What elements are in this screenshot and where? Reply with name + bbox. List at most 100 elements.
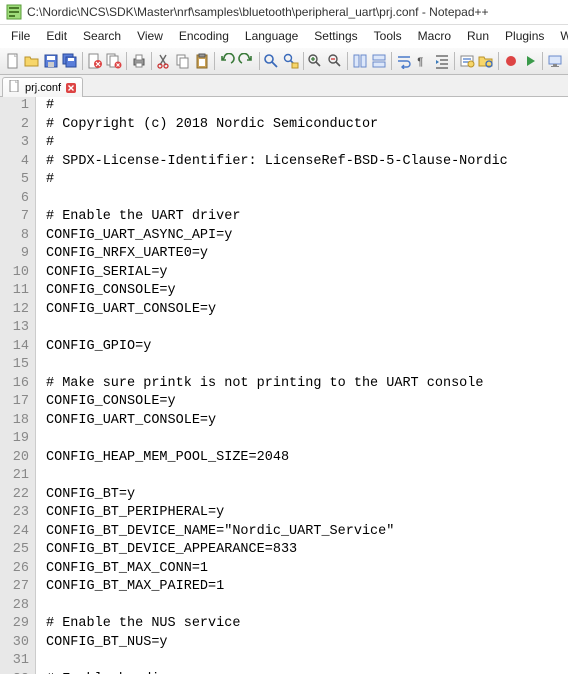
lang-icon[interactable] — [458, 51, 476, 71]
play-icon[interactable] — [521, 51, 539, 71]
code-line[interactable]: # Enable the NUS service — [46, 615, 568, 634]
line-number: 9 — [6, 245, 29, 264]
close-all-icon[interactable] — [105, 51, 123, 71]
all-chars-icon[interactable]: ¶ — [414, 51, 432, 71]
menu-bar: FileEditSearchViewEncodingLanguageSettin… — [0, 25, 568, 47]
code-line[interactable] — [46, 430, 568, 449]
toolbar-separator — [542, 52, 543, 70]
open-icon[interactable] — [23, 51, 41, 71]
menu-plugins[interactable]: Plugins — [498, 27, 551, 45]
menu-language[interactable]: Language — [238, 27, 305, 45]
app-icon — [6, 4, 22, 20]
indent-icon[interactable] — [433, 51, 451, 71]
code-line[interactable]: # Enable bonding — [46, 671, 568, 674]
line-number: 28 — [6, 597, 29, 616]
print-icon[interactable] — [130, 51, 148, 71]
menu-search[interactable]: Search — [76, 27, 128, 45]
menu-encoding[interactable]: Encoding — [172, 27, 236, 45]
menu-window[interactable]: Window — [553, 27, 568, 45]
toolbar-separator — [126, 52, 127, 70]
code-line[interactable]: # Make sure printk is not printing to th… — [46, 375, 568, 394]
sync-h-icon[interactable] — [370, 51, 388, 71]
find-icon[interactable] — [262, 51, 280, 71]
code-line[interactable]: # — [46, 134, 568, 153]
menu-file[interactable]: File — [4, 27, 37, 45]
code-line[interactable]: CONFIG_BT_MAX_CONN=1 — [46, 560, 568, 579]
undo-icon[interactable] — [218, 51, 236, 71]
toolbar-separator — [347, 52, 348, 70]
redo-icon[interactable] — [237, 51, 255, 71]
line-number: 24 — [6, 523, 29, 542]
tab-close-icon[interactable] — [65, 82, 76, 93]
menu-edit[interactable]: Edit — [39, 27, 74, 45]
line-number-gutter: 1234567891011121314151617181920212223242… — [0, 97, 36, 674]
zoom-in-icon[interactable] — [306, 51, 324, 71]
code-line[interactable] — [46, 319, 568, 338]
tab-label: prj.conf — [25, 82, 61, 94]
code-line[interactable]: CONFIG_GPIO=y — [46, 338, 568, 357]
save-all-icon[interactable] — [61, 51, 79, 71]
code-line[interactable]: CONFIG_UART_CONSOLE=y — [46, 412, 568, 431]
code-line[interactable]: CONFIG_CONSOLE=y — [46, 282, 568, 301]
code-line[interactable]: CONFIG_BT_PERIPHERAL=y — [46, 504, 568, 523]
code-line[interactable] — [46, 356, 568, 375]
code-line[interactable]: # SPDX-License-Identifier: LicenseRef-BS… — [46, 153, 568, 172]
code-line[interactable]: CONFIG_BT_DEVICE_NAME="Nordic_UART_Servi… — [46, 523, 568, 542]
wrap-icon[interactable] — [395, 51, 413, 71]
code-line[interactable]: CONFIG_NRFX_UARTE0=y — [46, 245, 568, 264]
line-number: 19 — [6, 430, 29, 449]
code-line[interactable]: CONFIG_BT_MAX_PAIRED=1 — [46, 578, 568, 597]
menu-run[interactable]: Run — [460, 27, 496, 45]
toolbar-separator — [391, 52, 392, 70]
line-number: 7 — [6, 208, 29, 227]
toolbar-separator — [303, 52, 304, 70]
line-number: 6 — [6, 190, 29, 209]
code-line[interactable]: CONFIG_SERIAL=y — [46, 264, 568, 283]
folder-icon[interactable] — [477, 51, 495, 71]
sync-v-icon[interactable] — [350, 51, 368, 71]
menu-view[interactable]: View — [130, 27, 170, 45]
cut-icon[interactable] — [155, 51, 173, 71]
toolbar-separator — [82, 52, 83, 70]
code-area[interactable]: ## Copyright (c) 2018 Nordic Semiconduct… — [36, 97, 568, 674]
code-line[interactable] — [46, 467, 568, 486]
line-number: 18 — [6, 412, 29, 431]
code-line[interactable]: CONFIG_UART_CONSOLE=y — [46, 301, 568, 320]
line-number: 2 — [6, 116, 29, 135]
code-line[interactable]: # — [46, 171, 568, 190]
line-number: 23 — [6, 504, 29, 523]
paste-icon[interactable] — [193, 51, 211, 71]
replace-icon[interactable] — [281, 51, 299, 71]
copy-icon[interactable] — [174, 51, 192, 71]
code-line[interactable]: CONFIG_BT_NUS=y — [46, 634, 568, 653]
svg-text:¶: ¶ — [417, 57, 424, 69]
close-icon[interactable] — [86, 51, 104, 71]
menu-tools[interactable]: Tools — [367, 27, 409, 45]
code-line[interactable]: CONFIG_CONSOLE=y — [46, 393, 568, 412]
line-number: 13 — [6, 319, 29, 338]
code-line[interactable] — [46, 652, 568, 671]
menu-settings[interactable]: Settings — [307, 27, 364, 45]
code-line[interactable]: CONFIG_BT=y — [46, 486, 568, 505]
new-file-icon[interactable] — [4, 51, 22, 71]
code-line[interactable]: CONFIG_HEAP_MEM_POOL_SIZE=2048 — [46, 449, 568, 468]
code-line[interactable] — [46, 190, 568, 209]
code-line[interactable] — [46, 597, 568, 616]
line-number: 11 — [6, 282, 29, 301]
line-number: 31 — [6, 652, 29, 671]
code-line[interactable]: CONFIG_BT_DEVICE_APPEARANCE=833 — [46, 541, 568, 560]
menu-macro[interactable]: Macro — [411, 27, 458, 45]
code-line[interactable]: # Enable the UART driver — [46, 208, 568, 227]
record-icon[interactable] — [502, 51, 520, 71]
editor[interactable]: 1234567891011121314151617181920212223242… — [0, 97, 568, 674]
line-number: 12 — [6, 301, 29, 320]
tab-prj-conf[interactable]: prj.conf — [2, 77, 83, 97]
toolbar: ¶ — [0, 47, 568, 75]
code-line[interactable]: # Copyright (c) 2018 Nordic Semiconducto… — [46, 116, 568, 135]
line-number: 15 — [6, 356, 29, 375]
zoom-out-icon[interactable] — [326, 51, 344, 71]
code-line[interactable]: CONFIG_UART_ASYNC_API=y — [46, 227, 568, 246]
monitor-icon[interactable] — [546, 51, 564, 71]
save-icon[interactable] — [42, 51, 60, 71]
code-line[interactable]: # — [46, 97, 568, 116]
